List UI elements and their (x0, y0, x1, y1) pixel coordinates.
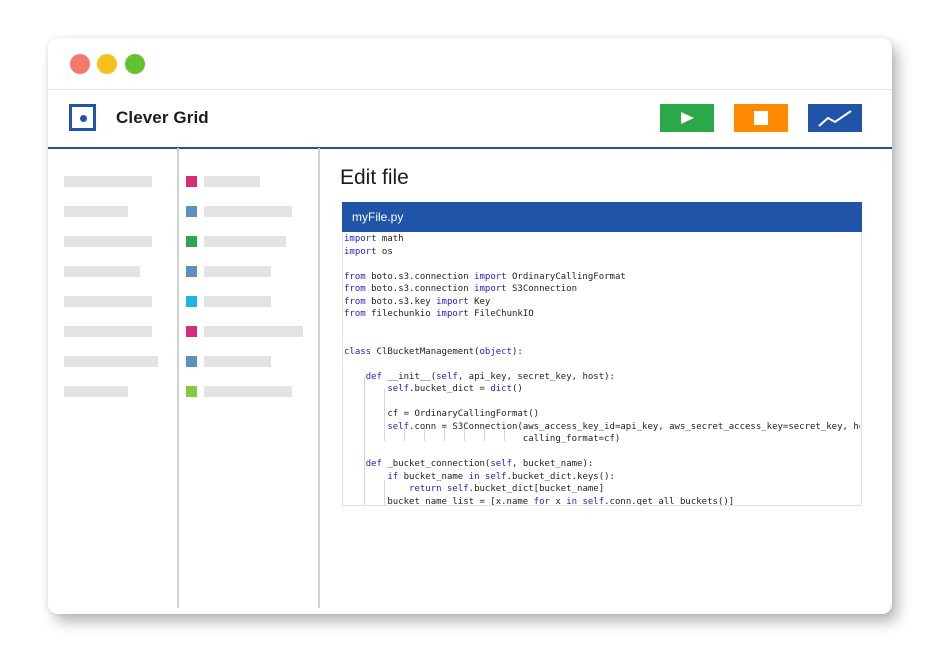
category-color-swatch (186, 206, 197, 217)
close-window-button[interactable] (70, 54, 90, 74)
code-line: def __init__(self, api_key, secret_key, … (365, 371, 615, 382)
category-item-placeholder[interactable] (204, 266, 271, 277)
code-line: import math (344, 234, 404, 244)
app-window: Clever Grid Edit file myFile.py import m… (48, 38, 892, 614)
run-button[interactable] (660, 104, 714, 132)
category-item-placeholder[interactable] (204, 236, 286, 247)
code-line: from boto.s3.key import Key (344, 296, 491, 307)
app-title: Clever Grid (116, 108, 209, 127)
code-line: calling_format=cf) (344, 434, 621, 444)
sidebar-item-placeholder[interactable] (64, 296, 152, 307)
minimize-window-button[interactable] (97, 54, 117, 74)
sidebar-item-placeholder[interactable] (64, 266, 140, 277)
code-line: from filechunkio import FileChunkIO (344, 309, 534, 319)
code-line: self.bucket_dict = dict() (387, 384, 523, 394)
page-title: Edit file (340, 166, 409, 189)
play-icon (681, 112, 694, 124)
category-item-placeholder[interactable] (204, 326, 303, 337)
code-area[interactable]: import math import os from boto.s3.connect… (344, 233, 860, 505)
sidebar-item-placeholder[interactable] (64, 386, 128, 397)
category-color-swatch (186, 356, 197, 367)
category-item-placeholder[interactable] (204, 206, 292, 217)
code-line: def _bucket_connection(self, bucket_name… (365, 459, 594, 469)
category-item-placeholder[interactable] (204, 176, 260, 187)
code-line: return self.bucket_dict[bucket_name] (409, 484, 605, 494)
code-line: cf = OrdinaryCallingFormat() (344, 409, 540, 419)
line-chart-icon (818, 110, 852, 127)
sidebar-item-placeholder[interactable] (64, 206, 128, 217)
category-divider (318, 148, 320, 608)
editor-file-tab[interactable]: myFile.py (342, 202, 862, 232)
category-color-swatch (186, 296, 197, 307)
category-color-swatch (186, 386, 197, 397)
code-line: from boto.s3.connection import OrdinaryC… (344, 271, 626, 282)
sidebar-item-placeholder[interactable] (64, 176, 152, 187)
sidebar-item-placeholder[interactable] (64, 236, 152, 247)
code-line: import os (344, 246, 393, 257)
category-color-swatch (186, 326, 197, 337)
category-item-placeholder[interactable] (204, 296, 271, 307)
sidebar-item-placeholder[interactable] (64, 326, 152, 337)
code-line: self.conn = S3Connection(aws_access_key_… (387, 421, 860, 432)
code-line: bucket_name_list = [x.name for x in self… (344, 496, 735, 506)
category-color-swatch (186, 176, 197, 187)
sidebar-item-placeholder[interactable] (64, 356, 158, 367)
sidebar-divider (177, 148, 179, 608)
category-color-swatch (186, 266, 197, 277)
category-item-placeholder[interactable] (204, 386, 292, 397)
window-titlebar (48, 38, 892, 90)
code-line: from boto.s3.connection import S3Connect… (344, 284, 578, 294)
code-line: if bucket_name in self.bucket_dict.keys(… (387, 471, 615, 482)
category-color-swatch (186, 236, 197, 247)
app-logo-icon (69, 104, 96, 131)
maximize-window-button[interactable] (125, 54, 145, 74)
editor-filename: myFile.py (352, 210, 404, 224)
code-line: class ClBucketManagement(object): (344, 346, 523, 357)
stop-button[interactable] (734, 104, 788, 132)
app-header: Clever Grid (48, 90, 892, 149)
chart-button[interactable] (808, 104, 862, 132)
category-item-placeholder[interactable] (204, 356, 271, 367)
stop-icon (754, 111, 768, 125)
